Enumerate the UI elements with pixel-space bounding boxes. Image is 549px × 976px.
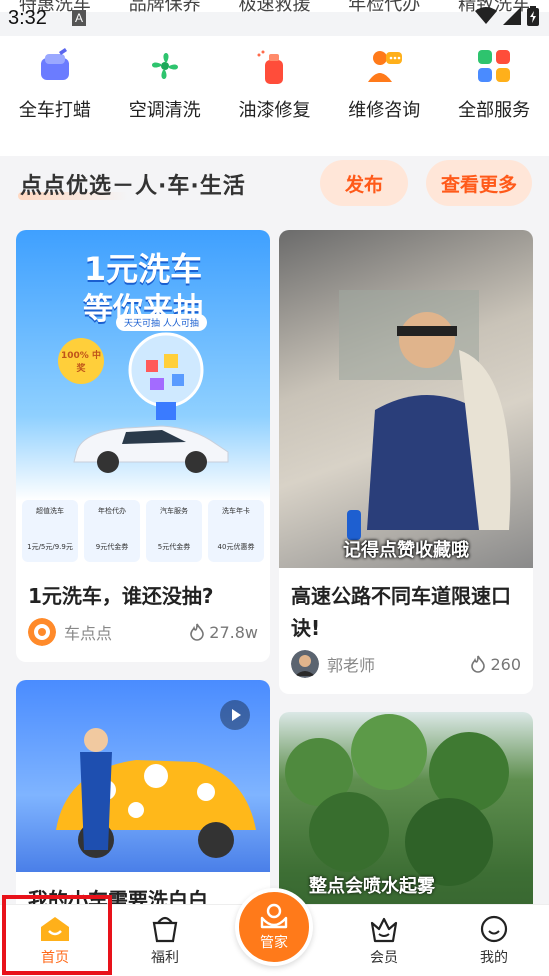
post-title: 高速公路不同车道限速口诀! — [291, 584, 511, 640]
voucher-tile[interactable]: 汽车服务 5元代金券 — [146, 500, 202, 562]
smile-icon — [480, 915, 508, 943]
all-services-icon — [478, 50, 511, 82]
voucher-tile[interactable]: 超值洗车 1元/5元/9.9元 — [22, 500, 78, 562]
publish-button[interactable]: 发布 — [320, 160, 408, 206]
cut-item[interactable]: 年检代办 — [348, 0, 420, 15]
nav-home[interactable]: 首页 — [15, 905, 95, 976]
service-paint[interactable]: 油漆修复 — [220, 36, 330, 156]
avatar[interactable] — [28, 618, 56, 646]
likes-value: 260 — [490, 654, 521, 674]
post-card[interactable]: 1元洗车 等你来抽 天天可抽 人人可抽 100% 中奖 超值洗车 1元/5元/9.… — [16, 230, 270, 662]
post-title: 1元洗车，谁还没抽? — [28, 584, 214, 608]
gumball-machine-icon — [128, 332, 204, 420]
play-button[interactable] — [220, 700, 250, 730]
video-caption: 记得点赞收藏哦 — [343, 540, 469, 561]
voucher-tile[interactable]: 年检代办 9元代金券 — [84, 500, 140, 562]
section-title: 点点优选－人·车·生活 — [20, 174, 246, 199]
cut-item[interactable]: 品牌保养 — [129, 0, 201, 15]
post-card[interactable]: 记得点赞收藏哦 高速公路不同车道限速口诀! 郭老师 260 — [279, 230, 533, 694]
nav-label: 我的 — [480, 950, 508, 966]
flame-icon — [190, 623, 205, 641]
post-meta: 郭老师 260 — [279, 644, 533, 678]
top-service-row-cutoff: 特惠洗车 品牌保养 极速救援 年检代办 精致洗车 — [0, 0, 549, 15]
home-icon — [41, 917, 69, 941]
nav-label: 福利 — [151, 950, 179, 966]
play-icon — [232, 709, 241, 721]
consult-icon — [368, 51, 403, 82]
video-caption: 整点会喷水起雾 — [309, 876, 435, 897]
wax-icon — [40, 48, 69, 80]
service-wax[interactable]: 全车打蜡 — [0, 36, 110, 156]
nav-label: 管家 — [260, 935, 288, 951]
cut-item[interactable]: 精致洗车 — [458, 0, 530, 15]
voucher-tile[interactable]: 洗车年卡 40元优惠券 — [208, 500, 264, 562]
nav-label: 首页 — [41, 950, 69, 966]
likes-count[interactable]: 260 — [470, 655, 521, 674]
nav-butler[interactable]: 管家 — [235, 888, 313, 966]
post-author[interactable]: 车点点 — [64, 620, 112, 644]
nav-label: 会员 — [370, 950, 398, 966]
service-all[interactable]: 全部服务 — [439, 36, 549, 156]
fan-icon — [151, 53, 178, 79]
voucher-tiles: 超值洗车 1元/5元/9.9元 年检代办 9元代金券 汽车服务 5元代金券 洗车年卡 4… — [22, 500, 264, 562]
flame-icon — [471, 655, 486, 673]
likes-count[interactable]: 27.8w — [189, 623, 258, 642]
post-meta: 车点点 27.8w — [16, 612, 270, 646]
services-grid: 全车打蜡 空调清洗 油漆修复 维修咨询 全部服务 — [0, 36, 549, 156]
post-image: 1元洗车 等你来抽 天天可抽 人人可抽 100% 中奖 超值洗车 1元/5元/9.… — [16, 230, 270, 568]
cut-item[interactable]: 极速救援 — [238, 0, 310, 15]
nav-benefits[interactable]: 福利 — [125, 905, 205, 976]
avatar[interactable] — [291, 650, 319, 678]
service-consult[interactable]: 维修咨询 — [329, 36, 439, 156]
view-more-button[interactable]: 查看更多 — [426, 160, 532, 206]
service-label: 空调清洗 — [128, 100, 201, 121]
post-author[interactable]: 郭老师 — [327, 652, 375, 676]
post-image — [16, 680, 270, 872]
prize-badge: 100% 中奖 — [58, 338, 104, 384]
cut-item[interactable]: 特惠洗车 — [19, 0, 91, 15]
nav-mine[interactable]: 我的 — [454, 905, 534, 976]
crown-icon — [370, 917, 398, 943]
nav-member[interactable]: 会员 — [344, 905, 424, 976]
service-label: 油漆修复 — [238, 100, 311, 121]
gift-bucket-icon — [152, 916, 178, 943]
paint-spray-icon — [257, 50, 284, 84]
service-label: 全车打蜡 — [18, 100, 91, 121]
video-frame-illustration — [339, 290, 511, 540]
car-illustration-icon — [73, 425, 229, 473]
service-ac-clean[interactable]: 空调清洗 — [110, 36, 220, 156]
post-image: 记得点赞收藏哦 — [279, 230, 533, 568]
image-tag: 天天可抽 人人可抽 — [116, 314, 207, 331]
butler-icon — [260, 903, 288, 929]
service-label: 维修咨询 — [348, 100, 421, 121]
service-label: 全部服务 — [458, 100, 531, 121]
likes-value: 27.8w — [209, 622, 258, 642]
